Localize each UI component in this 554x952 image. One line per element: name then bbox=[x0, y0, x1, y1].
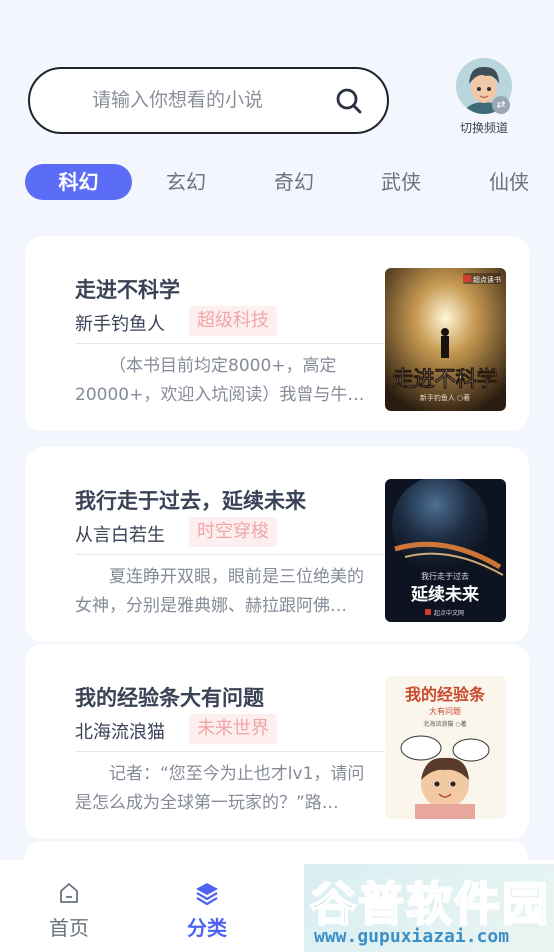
tab-wuxia[interactable]: 武侠 bbox=[351, 164, 451, 200]
swap-icon: ⇄ bbox=[492, 96, 510, 114]
book-cover: 我的经验条 大有问题 北海流浪猫 ○著 bbox=[385, 676, 506, 819]
cover-top-text: 我行走于过去 bbox=[421, 571, 469, 581]
watermark-logo: 谷普软件园 www.gupuxiazai.com bbox=[304, 864, 554, 952]
book-card[interactable]: 我的经验条大有问题 北海流浪猫 未来世界 记者：“您至今为止也才lv1，请问是怎… bbox=[25, 644, 529, 839]
page: 请输入你想看的小说 ⇄ 切换频道 科幻 玄幻 奇幻 武侠 仙侠 走进不科学 新手… bbox=[0, 0, 554, 952]
cover-title: 延续未来 bbox=[410, 584, 480, 605]
nav-category-label: 分类 bbox=[187, 916, 227, 940]
book-tag: 时空穿梭 bbox=[189, 517, 277, 547]
search-input[interactable]: 请输入你想看的小说 bbox=[28, 67, 389, 134]
book-cover: 超点读书 走进不科学 新手钓鱼人 ○著 bbox=[385, 268, 506, 411]
nav-category[interactable]: 分类 bbox=[157, 860, 257, 952]
book-title: 我的经验条大有问题 bbox=[75, 686, 264, 710]
watermark-url: www.gupuxiazai.com bbox=[314, 926, 510, 947]
book-description: 夏连睁开双眼，眼前是三位绝美的女神，分别是雅典娜、赫拉跟阿佛… bbox=[75, 567, 364, 616]
nav-home-label: 首页 bbox=[49, 916, 89, 940]
book-description: 记者：“您至今为止也才lv1，请问是怎么成为全球第一玩家的？”路… bbox=[75, 764, 365, 813]
cover-title: 走进不科学 bbox=[393, 367, 498, 391]
book-tag: 超级科技 bbox=[189, 306, 277, 336]
nav-home[interactable]: 首页 bbox=[19, 860, 119, 952]
cover-author: 北海流浪猫 ○著 bbox=[423, 720, 466, 728]
home-icon bbox=[60, 883, 78, 903]
book-author: 从言白若生 bbox=[75, 525, 165, 546]
book-tag: 未来世界 bbox=[189, 714, 277, 744]
channel-switch-label: 切换频道 bbox=[459, 121, 508, 135]
book-description: （本书目前均定8000+，高定20000+，欢迎入坑阅读）我曾与牛… bbox=[75, 356, 365, 405]
cover-title: 我的经验条 bbox=[405, 685, 486, 704]
tab-xuanhuan[interactable]: 玄幻 bbox=[136, 164, 236, 200]
tab-scifi[interactable]: 科幻 bbox=[25, 164, 132, 200]
cover-badge: 超点读书 bbox=[473, 275, 501, 284]
cover-badge: 起点中文网 bbox=[434, 609, 464, 617]
book-author: 新手钓鱼人 bbox=[75, 314, 165, 335]
divider bbox=[75, 751, 385, 752]
channel-switch-button[interactable]: ⇄ 切换频道 bbox=[452, 58, 516, 136]
book-title: 走进不科学 bbox=[75, 278, 180, 302]
cover-author: 新手钓鱼人 ○著 bbox=[420, 393, 470, 402]
book-card[interactable]: 走进不科学 新手钓鱼人 超级科技 （本书目前均定8000+，高定20000+，欢… bbox=[25, 236, 529, 431]
book-author: 北海流浪猫 bbox=[75, 722, 165, 743]
divider bbox=[75, 343, 385, 344]
divider bbox=[75, 554, 385, 555]
book-cover: 我行走于过去 延续未来 起点中文网 bbox=[385, 479, 506, 622]
cover-subtitle: 大有问题 bbox=[429, 706, 461, 716]
book-card[interactable]: 我行走于过去，延续未来 从言白若生 时空穿梭 夏连睁开双眼，眼前是三位绝美的女神… bbox=[25, 447, 529, 642]
tab-qihuan[interactable]: 奇幻 bbox=[244, 164, 344, 200]
tab-xianxia[interactable]: 仙侠 bbox=[459, 164, 554, 200]
search-icon[interactable] bbox=[335, 87, 363, 115]
layers-icon bbox=[196, 883, 218, 906]
search-placeholder: 请输入你想看的小说 bbox=[92, 89, 264, 111]
book-title: 我行走于过去，延续未来 bbox=[75, 489, 306, 513]
watermark-text: 谷普软件园 bbox=[309, 876, 550, 932]
